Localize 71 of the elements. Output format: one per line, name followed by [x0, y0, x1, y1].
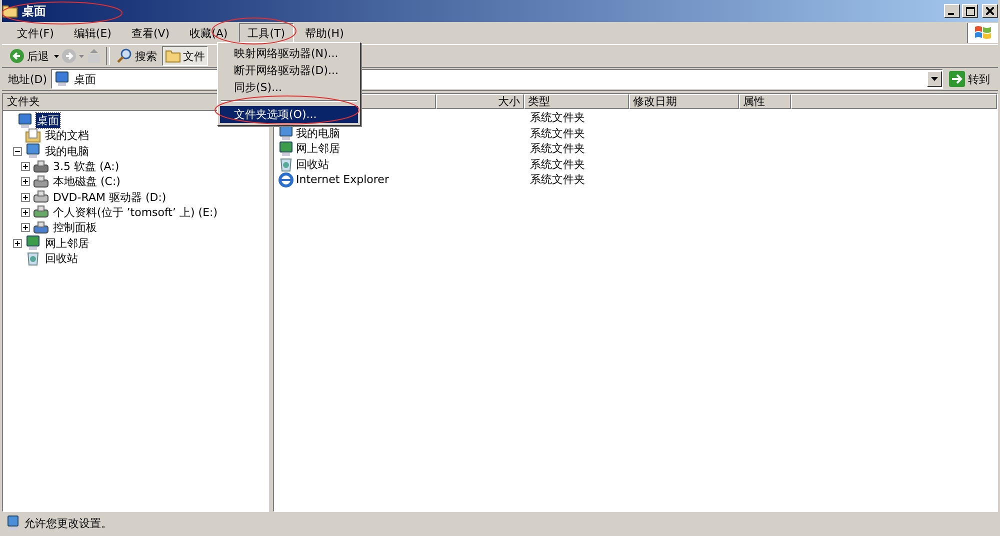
tree-item[interactable]: 个人资料(位于 ’tomsoft’ 上) (E:) — [52, 204, 219, 220]
recycle-bin-icon — [278, 156, 294, 172]
computer-icon — [278, 125, 294, 142]
menu-item[interactable]: 帮助(H) — [296, 22, 353, 44]
desktop-icon — [17, 112, 33, 129]
tree-item[interactable]: 本地磁盘 (C:) — [52, 174, 122, 190]
expand-toggle[interactable] — [21, 223, 30, 232]
tree-item[interactable]: 我的文档 — [44, 128, 90, 144]
folders-button[interactable]: 文件 — [162, 46, 208, 66]
window-title: 桌面 — [22, 2, 46, 20]
menu-item[interactable]: 编辑(E) — [64, 22, 120, 44]
tree-item[interactable]: DVD-RAM 驱动器 (D:) — [52, 190, 168, 205]
tree-item[interactable]: 3.5 软盘 (A:) — [52, 159, 120, 174]
address-label: 地址(D) — [8, 72, 48, 86]
file-name[interactable]: 网上邻居 — [296, 141, 340, 156]
document-folder-icon — [25, 128, 41, 144]
disc-drive-icon — [33, 189, 49, 206]
disk-drive-icon — [33, 174, 49, 190]
folder-icon — [165, 49, 181, 63]
menu-item[interactable]: 文件夹选项(O)... — [220, 106, 358, 123]
maximize-button[interactable] — [962, 4, 978, 18]
file-name[interactable]: 回收站 — [296, 156, 329, 172]
search-icon — [117, 48, 133, 64]
tree-item[interactable]: 回收站 — [44, 250, 79, 266]
go-button[interactable]: 转到 — [947, 71, 992, 87]
column-header[interactable]: 属性 — [739, 94, 791, 109]
column-header[interactable]: 大小 — [436, 94, 524, 109]
column-header[interactable]: 类型 — [524, 94, 629, 109]
network-icon — [25, 235, 41, 252]
tree-item[interactable]: 控制面板 — [52, 220, 98, 236]
network-drive-icon — [33, 204, 49, 220]
menu-item[interactable]: 映射网络驱动器(N)... — [220, 45, 358, 62]
collapse-toggle[interactable] — [13, 146, 22, 156]
control-panel-icon — [33, 220, 49, 236]
table-cell-text: 系统文件夹 — [529, 126, 585, 141]
tree-item[interactable]: 我的电脑 — [44, 144, 90, 159]
computer-icon — [25, 143, 41, 160]
browser-icon — [278, 172, 294, 188]
dropdown-arrow-icon[interactable] — [54, 54, 59, 58]
floppy-drive-icon — [33, 158, 49, 175]
desktop-icon — [54, 71, 70, 87]
expand-toggle[interactable] — [21, 192, 30, 202]
column-header[interactable]: 修改日期 — [629, 94, 739, 109]
recycle-bin-icon — [25, 250, 41, 266]
search-button[interactable]: 搜索 — [114, 46, 160, 66]
minimize-button[interactable] — [944, 4, 960, 18]
table-cell-text: 系统文件夹 — [529, 172, 585, 188]
expand-toggle[interactable] — [21, 208, 30, 217]
go-arrow-icon — [949, 71, 965, 87]
close-icon — [986, 7, 994, 15]
dropdown-arrow-icon — [931, 77, 938, 81]
status-text: 允许您更改设置。 — [24, 516, 112, 530]
menu-item[interactable]: 收藏(A) — [180, 22, 237, 44]
close-button[interactable] — [982, 4, 998, 18]
back-button[interactable]: 后退 — [6, 46, 52, 66]
table-cell-text: 系统文件夹 — [529, 141, 585, 156]
table-cell-text: 系统文件夹 — [529, 110, 585, 126]
menu-item[interactable]: 查看(V) — [122, 22, 179, 44]
expand-toggle[interactable] — [21, 177, 30, 186]
maximize-icon — [966, 6, 974, 16]
menu-item[interactable]: 文件(F) — [8, 22, 63, 44]
expand-toggle[interactable] — [13, 238, 22, 248]
network-icon — [278, 140, 294, 157]
tree-item[interactable]: 网上邻居 — [44, 236, 90, 251]
dropdown-button[interactable] — [927, 71, 942, 87]
file-name[interactable]: Internet Explorer — [296, 173, 389, 186]
tree-item[interactable]: 桌面 — [36, 113, 60, 128]
table-cell-text: 系统文件夹 — [529, 156, 585, 172]
computer-icon — [6, 515, 20, 531]
file-name[interactable]: 我的电脑 — [296, 126, 340, 141]
expand-toggle[interactable] — [21, 162, 30, 172]
